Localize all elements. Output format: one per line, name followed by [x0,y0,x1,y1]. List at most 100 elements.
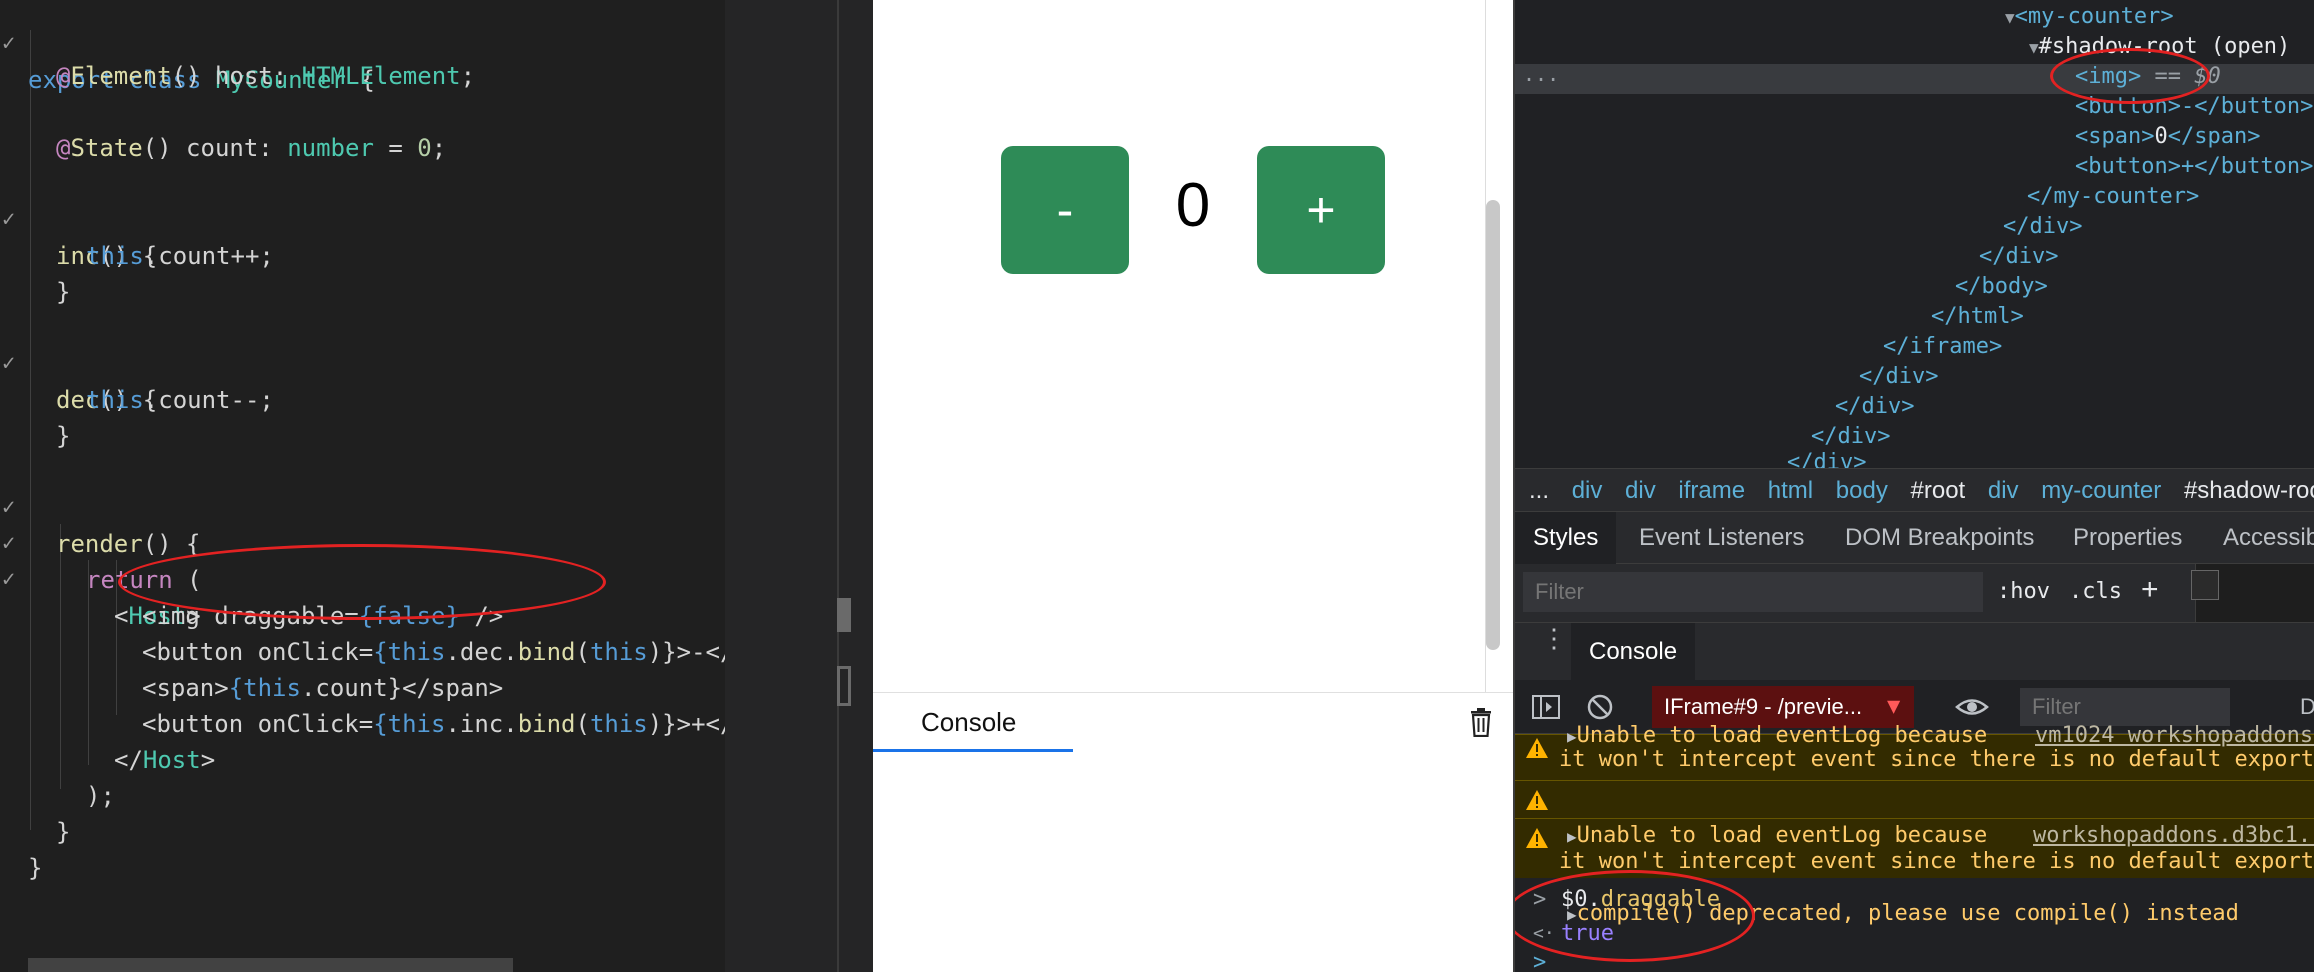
dom-node-button[interactable]: <button>-</button> [2075,92,2313,122]
breadcrumb-item[interactable]: ... [1529,477,1549,504]
breadcrumb-item[interactable]: #root [1911,477,1966,504]
sidebar-toggle-icon[interactable] [1531,692,1561,722]
log-levels-dropdown[interactable]: D [2300,688,2314,726]
ruler-marker [837,598,851,632]
drawer-header: ⋮ Console [1515,622,2314,681]
dom-node-close[interactable]: </div> [2003,212,2082,242]
increment-button[interactable]: + [1257,146,1385,274]
source-link[interactable]: workshopaddons.d3bc1... [2033,823,2314,849]
console-warning[interactable]: ▶compile() deprecated, please use compil… [1515,780,2314,926]
tab-accessibility[interactable]: Accessibility [2223,512,2314,564]
breadcrumb-item[interactable]: body [1836,477,1888,504]
more-options-icon[interactable]: ⋮ [1541,626,1567,652]
console-result[interactable]: <· true [1515,918,2314,950]
code-token: { [373,710,388,738]
dom-node-close[interactable]: </div> [1835,392,1914,422]
code-token: } [56,278,71,306]
trash-icon[interactable] [1469,707,1493,737]
tab-console-drawer[interactable]: Console [1571,623,1696,681]
dom-node-close[interactable]: </body> [1955,272,2048,302]
editor-overview-ruler[interactable] [725,0,873,972]
code-token: bind [517,710,576,738]
console-filter-input[interactable] [2020,688,2230,726]
tab-properties[interactable]: Properties [2073,512,2182,564]
code-line[interactable]: <button onClick={this.dec.bind(this)}>-<… [0,598,725,666]
dom-node-shadow-root[interactable]: ▼#shadow-root (open) [2029,32,2290,62]
tab-console[interactable]: Console [873,693,1073,751]
dom-more-icon[interactable]: ... [1523,62,1559,86]
console-warning[interactable]: ▶Unable to load eventLog because vm1024 … [1515,725,2314,780]
dom-node-close[interactable]: </div> [1859,362,1938,392]
warning-icon [1526,790,1548,810]
pane-toggle[interactable] [2191,570,2219,600]
code-line[interactable]: } [0,382,70,450]
breadcrumb-item[interactable]: iframe [1678,477,1745,504]
decrement-button[interactable]: - [1001,146,1129,274]
console-input-echo[interactable]: > $0.draggable [1515,884,2314,916]
dom-node-close[interactable]: </my-counter> [2027,182,2199,212]
eye-icon[interactable] [1955,692,1989,722]
result-arrow: <· [1533,923,1555,944]
code-line[interactable]: } [0,814,58,882]
dom-node-my-counter[interactable]: ▼<my-counter> [2005,2,2174,32]
code-line-img[interactable]: <img draggable={false} /> [0,562,503,630]
code-line-dec[interactable]: ✓ dec() { [0,310,157,414]
dom-node-close[interactable]: </iframe> [1883,332,2002,362]
code-line[interactable]: } [0,778,70,846]
tab-dom-breakpoints[interactable]: DOM Breakpoints [1845,512,2034,564]
code-line[interactable]: this.count++; [0,202,274,270]
ruler-track [837,0,839,972]
new-rule-button[interactable]: + [2141,570,2159,610]
dom-node-img[interactable]: <img> == $0 [2075,62,2221,92]
code-line-render[interactable]: ✓ render() { [0,454,201,558]
code-line[interactable]: ✓ return ( [0,490,202,594]
code-line[interactable]: @State() count: number = 0; [0,94,446,162]
code-token: )}>+</ [647,710,725,738]
styles-filter-input[interactable] [1523,572,1983,612]
code-line[interactable]: ✓ <Host> [0,526,201,630]
code-line-inc[interactable]: ✓ inc() { [0,166,157,270]
code-token: ( [575,710,590,738]
code-line[interactable]: } [0,238,70,306]
tab-event-listeners[interactable]: Event Listeners [1639,512,1804,564]
warning-icon [1526,828,1548,848]
console-warning[interactable]: ▶Unable to load eventLog because worksho… [1515,818,2314,878]
code-token: < [114,602,129,630]
breadcrumb-item[interactable]: div [1988,477,2019,504]
breadcrumb-item[interactable]: div [1572,477,1603,504]
breadcrumb-item[interactable]: #shadow-root [2184,477,2314,504]
code-token: { [228,674,244,702]
console-prompt[interactable]: > [1515,950,2314,972]
hov-toggle[interactable]: :hov [1997,572,2050,612]
context-select[interactable]: IFrame#9 - /previe... [1652,686,1914,728]
code-line[interactable]: </Host> [0,706,215,774]
dom-tag: </div> [1859,364,1939,389]
dom-tag: </div> [1811,424,1891,449]
breadcrumb-item[interactable]: my-counter [2041,477,2161,504]
preview-scrollbar[interactable] [1486,200,1500,650]
code-line[interactable]: ); [0,742,115,810]
code-line[interactable]: this.count--; [0,346,274,414]
dom-node-close[interactable]: </div> [1787,448,1866,468]
code-token: .count++; [143,242,274,270]
code-editor[interactable]: ✓ export class MyCounter { @Element() ho… [0,0,725,972]
dom-tag: 0 [2154,124,2168,149]
code-token: ); [86,782,115,810]
code-token: <span> [142,674,229,702]
dom-node-close[interactable]: </html> [1931,302,2024,332]
dom-node-span[interactable]: <span>0</span> [2075,122,2260,152]
breadcrumb-item[interactable]: html [1768,477,1813,504]
breadcrumb-item[interactable]: div [1625,477,1656,504]
code-line[interactable]: <span>{this.count}</span> [0,634,503,702]
dom-node-close[interactable]: </div> [1979,242,2058,272]
dom-node-button[interactable]: <button>+</button> [2075,152,2313,182]
tab-styles[interactable]: Styles [1515,512,1617,564]
code-line[interactable]: @Element() host: HTMLElement; [0,22,475,90]
prompt-chevron: > [1533,950,1547,972]
clear-console-icon[interactable] [1585,692,1615,722]
cls-toggle[interactable]: .cls [2069,572,2122,612]
source-link[interactable]: vm1024 workshopaddons... [2035,725,2314,747]
dom-tag: </my-counter> [2027,184,2200,209]
editor-horizontal-scrollbar[interactable] [28,958,513,972]
code-line[interactable]: <button onClick={this.inc.bind(this)}>+<… [0,670,725,738]
